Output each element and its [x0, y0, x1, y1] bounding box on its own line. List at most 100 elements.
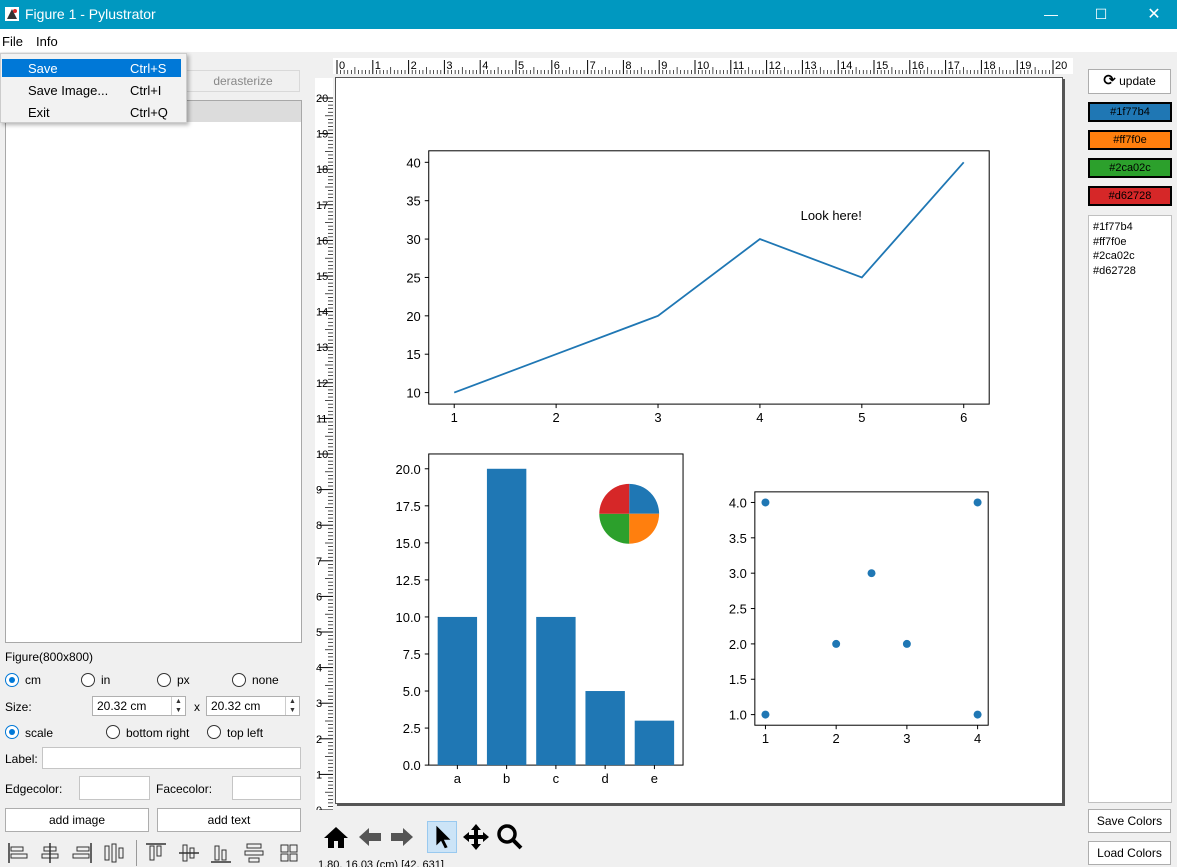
align-right-icon[interactable]: [69, 840, 95, 866]
align-middle-icon[interactable]: [176, 840, 202, 866]
toolbar-divider: [136, 840, 137, 866]
file-menu-dropdown: Save Ctrl+S Save Image... Ctrl+I Exit Ct…: [0, 53, 187, 123]
ruler-label: 20: [316, 93, 328, 105]
menu-item-shortcut: Ctrl+Q: [130, 105, 168, 120]
add-text-button[interactable]: add text: [157, 808, 301, 832]
y-tick-label: 0.0: [403, 758, 421, 773]
pie-slice: [599, 513, 630, 544]
align-top-icon[interactable]: [143, 840, 169, 866]
load-colors-button[interactable]: Load Colors: [1088, 841, 1171, 865]
back-arrow-icon[interactable]: [355, 821, 385, 853]
pie-slice: [629, 483, 660, 514]
ruler-label: 14: [316, 307, 328, 319]
app-icon: [5, 7, 19, 21]
forward-arrow-icon[interactable]: [387, 821, 417, 853]
x-tick-label: 3: [903, 731, 910, 746]
color-button-orange[interactable]: #ff7f0e: [1088, 130, 1172, 150]
height-stepper-icon[interactable]: ▲ ▼: [285, 697, 299, 715]
close-button[interactable]: ✕: [1131, 0, 1177, 29]
width-spinbox[interactable]: 20.32 cm ▲ ▼: [92, 696, 186, 716]
anchor-top-left-radio[interactable]: [207, 725, 221, 739]
facecolor-swatch[interactable]: [232, 776, 301, 800]
color-list-item: #ff7f0e: [1093, 235, 1127, 248]
y-tick-label: 10: [406, 386, 420, 401]
width-stepper-icon[interactable]: ▲ ▼: [171, 697, 185, 715]
bar: [536, 616, 576, 766]
unit-cm-radio[interactable]: [5, 673, 19, 687]
scatter-point: [761, 710, 770, 719]
ruler-label: 12: [316, 378, 328, 390]
home-icon[interactable]: [321, 821, 351, 853]
axes-frame: [754, 491, 989, 726]
unit-px-label: px: [177, 673, 190, 687]
y-tick-label: 1.5: [729, 672, 747, 687]
anchor-bottom-right-radio[interactable]: [106, 725, 120, 739]
pie-slice: [629, 513, 660, 544]
y-tick-label: 30: [406, 232, 420, 247]
size-x-separator: x: [194, 700, 200, 714]
unit-cm-label: cm: [25, 673, 41, 687]
y-tick-label: 10.0: [396, 610, 421, 625]
update-button[interactable]: ⟳ update: [1088, 69, 1171, 94]
menu-item-label: Save: [28, 61, 58, 76]
save-colors-button[interactable]: Save Colors: [1088, 809, 1171, 833]
pointer-icon[interactable]: [427, 821, 457, 853]
element-tree[interactable]: [5, 100, 302, 643]
x-tick-label: 4: [974, 731, 981, 746]
align-bottom-icon[interactable]: [208, 840, 234, 866]
unit-none-radio[interactable]: [232, 673, 246, 687]
y-tick-label: 3.0: [729, 566, 747, 581]
scatter-point: [902, 639, 911, 648]
x-tick-label: c: [553, 771, 560, 786]
x-tick-label: 5: [858, 410, 865, 425]
color-button-red[interactable]: #d62728: [1088, 186, 1172, 206]
ruler-label: 2: [316, 734, 322, 746]
menu-item-save-image[interactable]: Save Image... Ctrl+I: [2, 81, 181, 99]
anchor-top-left-label: top left: [227, 726, 264, 740]
bar: [634, 720, 675, 766]
anchor-scale-radio[interactable]: [5, 725, 19, 739]
annotation-text: Look here!: [801, 208, 862, 223]
derasterize-button[interactable]: derasterize: [186, 70, 300, 92]
maximize-button[interactable]: ☐: [1078, 0, 1124, 29]
ruler-label: 15: [316, 271, 328, 283]
pan-icon[interactable]: [461, 821, 491, 853]
x-tick-label: 1: [451, 410, 458, 425]
menu-item-save[interactable]: Save Ctrl+S: [2, 59, 181, 77]
y-tick-label: 35: [406, 194, 420, 209]
zoom-icon[interactable]: [495, 821, 525, 853]
add-image-button[interactable]: add image: [5, 808, 149, 832]
y-tick-label: 12.5: [396, 573, 421, 588]
ruler-label: 16: [316, 235, 328, 247]
y-tick-label: 15: [406, 347, 420, 362]
menu-info[interactable]: Info: [36, 34, 58, 49]
edgecolor-label: Edgecolor:: [5, 782, 63, 796]
align-left-icon[interactable]: [5, 840, 31, 866]
figure-canvas[interactable]: 1 2 3 4 5 6 10 15 20 25 30 35 40 Look here! a b c d e 0.0 2.…: [335, 77, 1063, 804]
distribute-vertical-icon[interactable]: [241, 840, 267, 866]
height-spinbox[interactable]: 20.32 cm ▲ ▼: [206, 696, 300, 716]
menu-file[interactable]: File: [2, 34, 23, 49]
ruler-label: 18: [316, 164, 328, 176]
edgecolor-swatch[interactable]: [79, 776, 150, 800]
color-button-blue[interactable]: #1f77b4: [1088, 102, 1172, 122]
menu-item-exit[interactable]: Exit Ctrl+Q: [2, 103, 181, 121]
menu-item-shortcut: Ctrl+S: [130, 61, 167, 76]
y-tick-label: 20.0: [396, 462, 421, 477]
width-value: 20.32 cm: [97, 699, 147, 713]
bar: [437, 616, 478, 766]
ruler-top: 0 1 2 3 4 5 6 7 8 9 10 11 12 13 14 15 16 17 18 19 20: [333, 58, 1073, 74]
color-button-green[interactable]: #2ca02c: [1088, 158, 1172, 178]
unit-none-label: none: [252, 673, 279, 687]
label-input[interactable]: [42, 747, 301, 769]
ruler-label: 17: [316, 200, 328, 212]
unit-in-radio[interactable]: [81, 673, 95, 687]
color-list-text[interactable]: #1f77b4 #ff7f0e #2ca02c #d62728: [1088, 215, 1172, 803]
distribute-horizontal-icon[interactable]: [101, 840, 127, 866]
x-tick-label: a: [454, 771, 462, 786]
align-center-icon[interactable]: [37, 840, 63, 866]
x-tick-label: d: [602, 771, 609, 786]
unit-px-radio[interactable]: [157, 673, 171, 687]
minimize-button[interactable]: —: [1028, 0, 1074, 29]
grid-icon[interactable]: [276, 840, 302, 866]
